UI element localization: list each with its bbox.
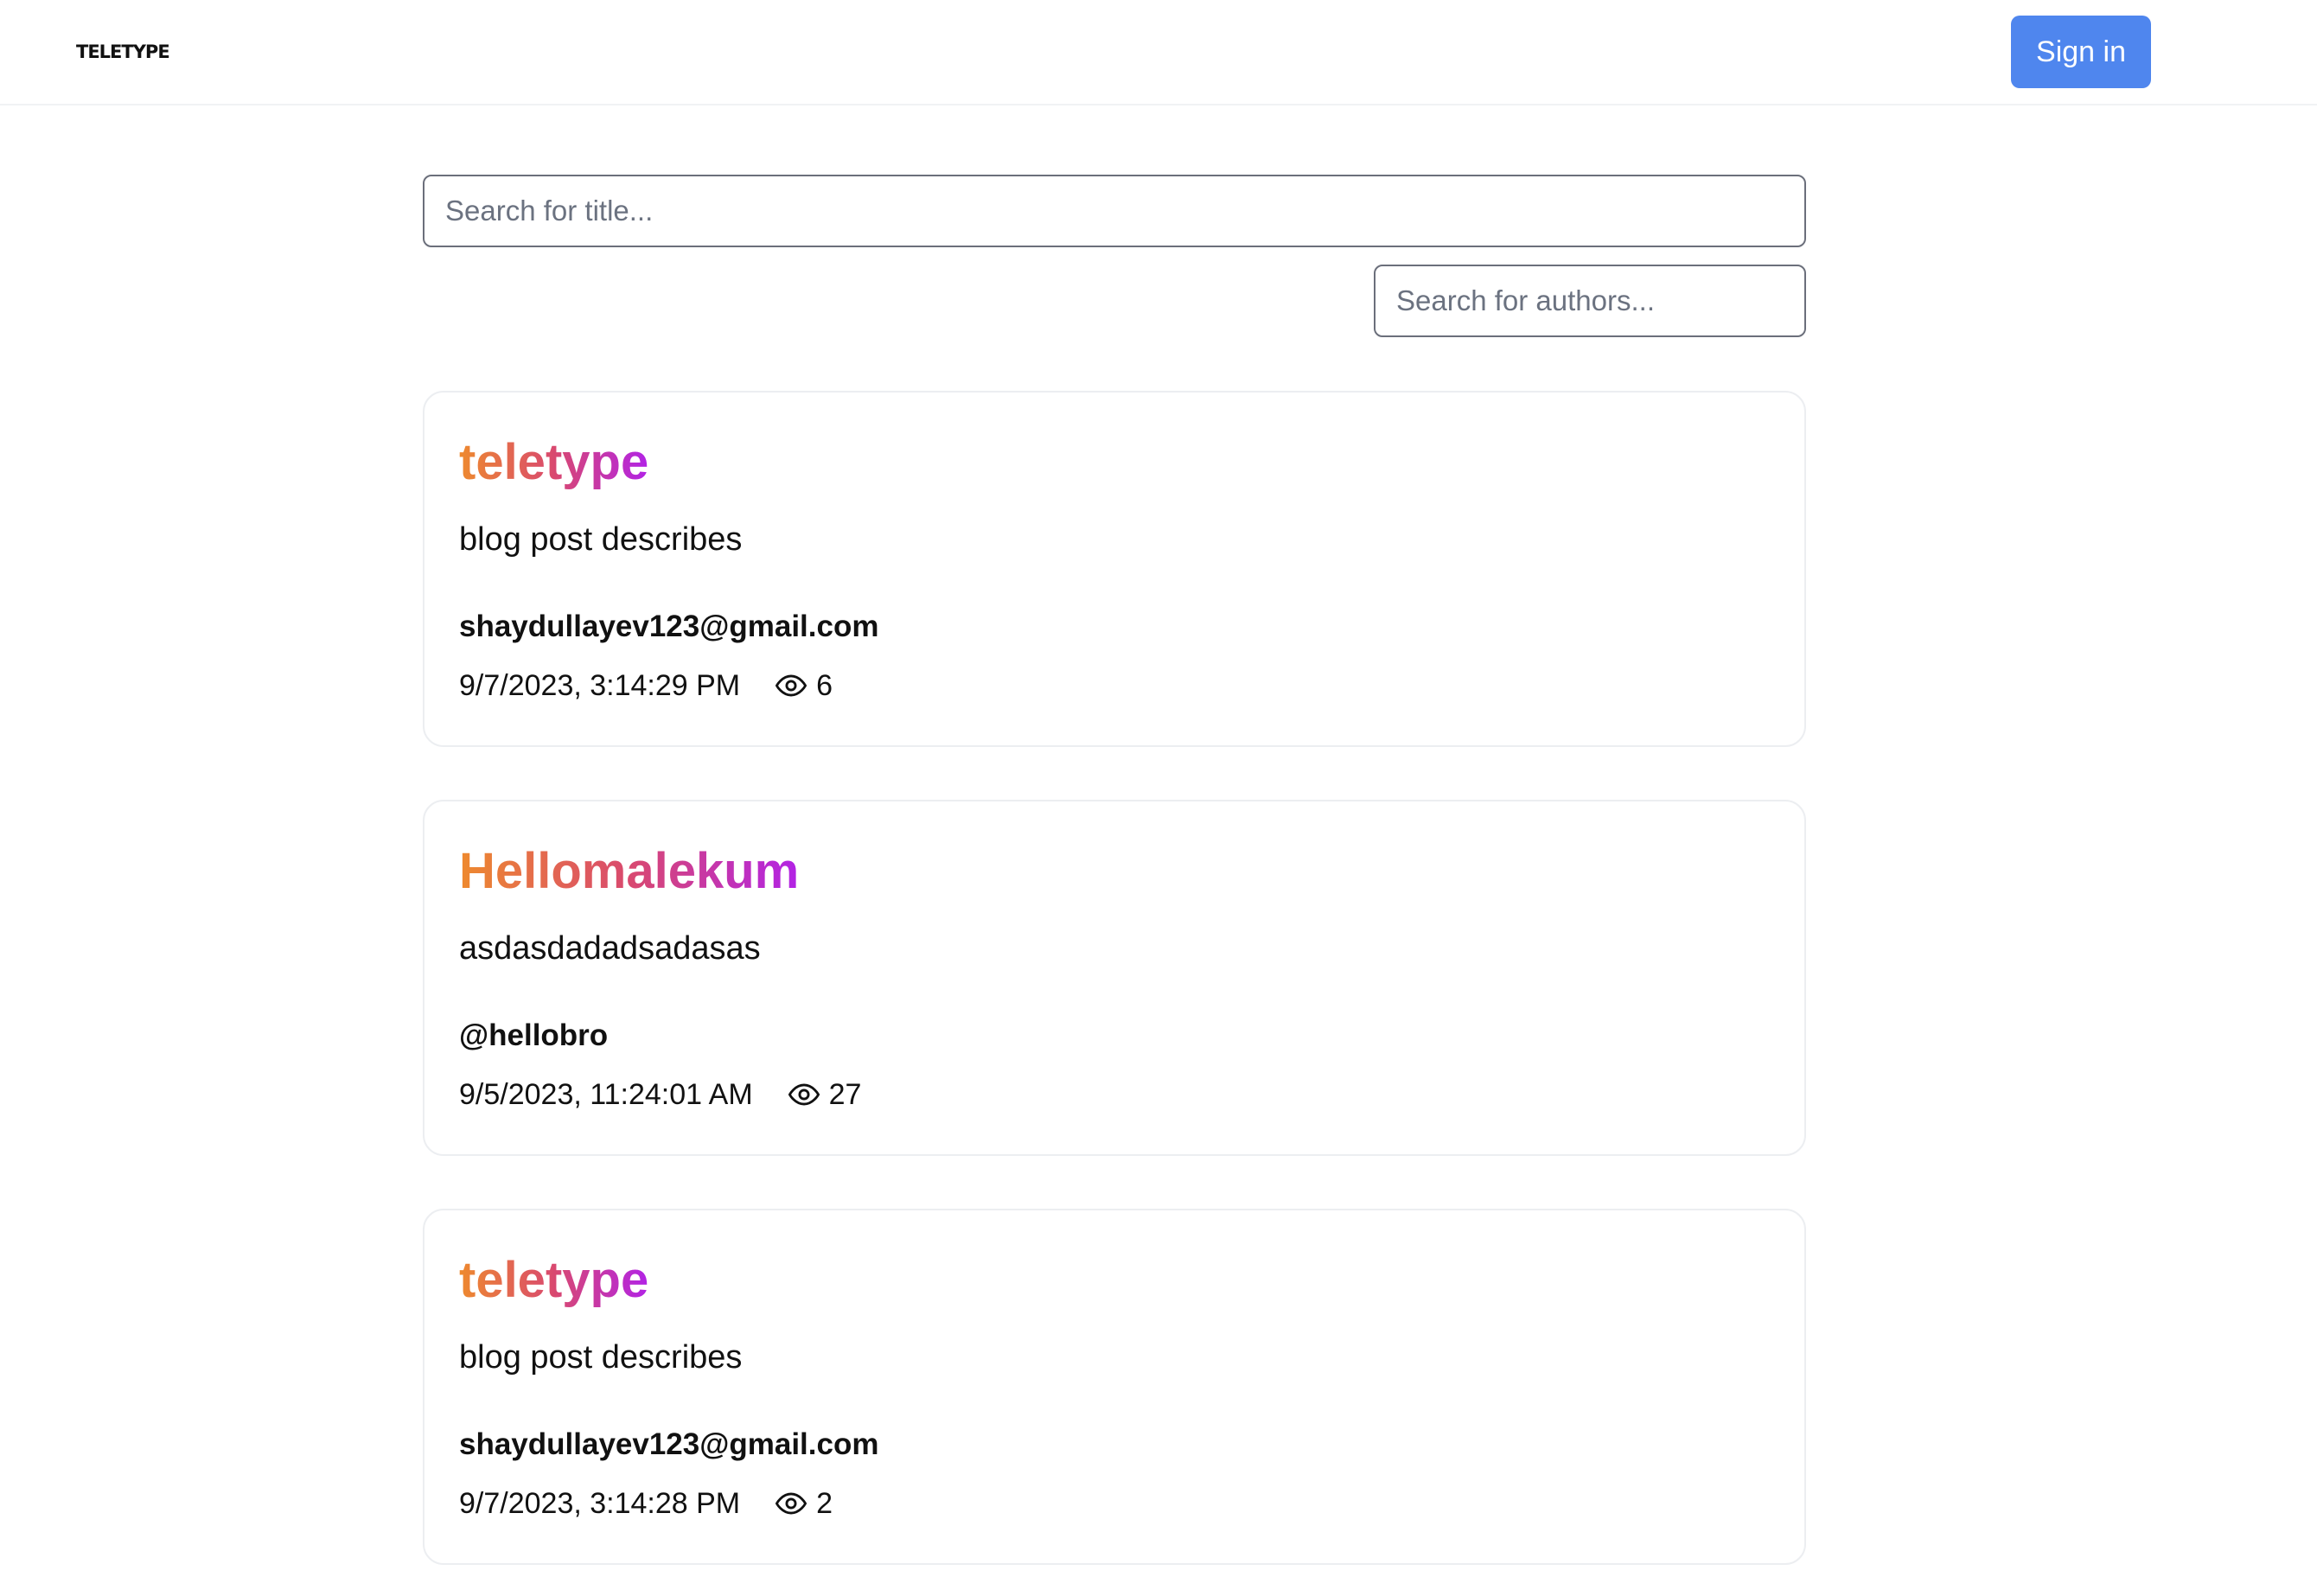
post-author: shaydullayev123@gmail.com xyxy=(459,1427,879,1461)
post-date: 9/7/2023, 3:14:28 PM xyxy=(459,1486,741,1520)
post-author: shaydullayev123@gmail.com xyxy=(459,610,879,643)
post-views: 2 xyxy=(775,1487,833,1521)
top-navbar: teletype Sign in xyxy=(0,0,2317,105)
post-views: 27 xyxy=(788,1077,862,1112)
post-description: asdasdadadsadasas xyxy=(459,930,761,967)
post-card[interactable]: teletype blog post describes shaydullaye… xyxy=(423,1209,1806,1565)
post-description: blog post describes xyxy=(459,1339,743,1376)
eye-icon xyxy=(776,674,807,697)
post-views-count: 6 xyxy=(816,668,833,702)
post-author: @hellobro xyxy=(459,1018,609,1052)
post-views-count: 27 xyxy=(828,1077,862,1111)
post-title[interactable]: teletype xyxy=(459,432,648,493)
post-description: blog post describes xyxy=(459,521,743,558)
search-title-input[interactable] xyxy=(423,175,1806,247)
post-meta: 9/7/2023, 3:14:28 PM 2 xyxy=(459,1485,833,1522)
search-authors-input[interactable] xyxy=(1374,265,1806,337)
post-views: 6 xyxy=(775,669,833,703)
sign-in-button[interactable]: Sign in xyxy=(2011,16,2151,88)
post-meta: 9/5/2023, 11:24:01 AM 27 xyxy=(459,1076,861,1113)
post-title[interactable]: teletype xyxy=(459,1250,648,1311)
eye-icon xyxy=(788,1083,820,1106)
post-meta: 9/7/2023, 3:14:29 PM 6 xyxy=(459,667,833,704)
post-date: 9/5/2023, 11:24:01 AM xyxy=(459,1077,753,1111)
post-title[interactable]: Hellomalekum xyxy=(459,841,799,902)
eye-icon xyxy=(776,1492,807,1515)
post-card[interactable]: Hellomalekum asdasdadadsadasas @hellobro… xyxy=(423,800,1806,1156)
teletype-logo[interactable]: teletype xyxy=(76,35,170,65)
post-views-count: 2 xyxy=(816,1486,833,1520)
post-card[interactable]: teletype blog post describes shaydullaye… xyxy=(423,391,1806,747)
post-date: 9/7/2023, 3:14:29 PM xyxy=(459,668,741,702)
